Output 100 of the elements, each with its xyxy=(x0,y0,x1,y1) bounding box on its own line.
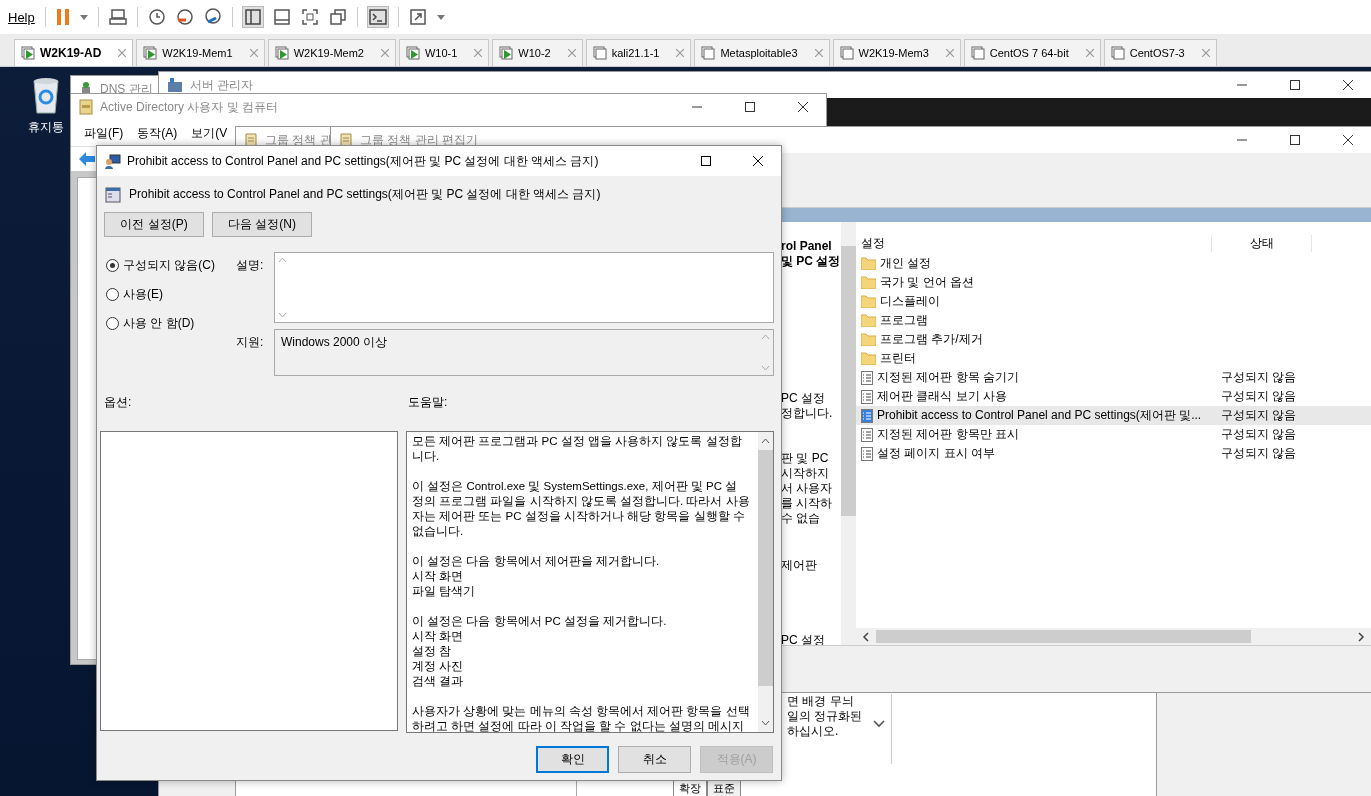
policy-icon xyxy=(861,370,873,385)
help-text: 설정 참 xyxy=(412,644,453,659)
dialog-button[interactable]: 취소 xyxy=(618,746,691,773)
vm-tab[interactable]: W2K19-Mem2 xyxy=(267,39,396,66)
menu-item[interactable]: 동작(A) xyxy=(137,124,178,142)
clock-icon[interactable] xyxy=(147,8,166,26)
help-text: 없습니다. xyxy=(412,524,465,539)
bottom-panel-icon[interactable] xyxy=(272,8,291,26)
pause-icon[interactable] xyxy=(55,8,70,26)
description-text: PC 설정 xyxy=(781,633,826,645)
help-text: 모든 제어판 프로그램과 PC 설정 앱을 사용하지 않도록 설정합 xyxy=(412,434,743,449)
recycle-bin-icon[interactable] xyxy=(31,75,61,115)
fullscreen-icon[interactable] xyxy=(300,8,319,26)
close-icon[interactable] xyxy=(1343,80,1353,90)
maximize-icon[interactable] xyxy=(745,102,755,112)
scroll-down-icon[interactable] xyxy=(761,720,770,726)
list-row[interactable]: 설정 페이지 표시 여부 구성되지 않음 xyxy=(856,444,1371,463)
scrollbar-thumb[interactable] xyxy=(876,630,1251,643)
scroll-up-icon[interactable] xyxy=(761,438,770,444)
column-header[interactable]: 상태 xyxy=(1212,234,1312,252)
menu-item[interactable]: 보기(V xyxy=(191,124,228,142)
help-text: 시작 화면 xyxy=(412,569,465,584)
description-text: 하십시오. xyxy=(787,724,840,739)
status-text: 구성되지 않음 xyxy=(1221,407,1297,424)
policy-icon xyxy=(861,408,873,423)
list-row[interactable]: 제어판 클래식 보기 사용 구성되지 않음 xyxy=(856,387,1371,406)
list-row[interactable]: 프린터 xyxy=(856,349,1371,368)
help-label: 도움말: xyxy=(408,394,448,411)
vm-tab[interactable]: W10-2 xyxy=(492,39,583,66)
list-row[interactable]: Prohibit access to Control Panel and PC settings(제어판 및... 구성되지 않음 xyxy=(856,406,1371,425)
policy-icon xyxy=(861,427,873,442)
dialog-button[interactable]: 확인 xyxy=(536,746,609,773)
stretch-icon[interactable] xyxy=(408,8,427,26)
vm-tab[interactable]: CentOS7-3 xyxy=(1103,39,1217,66)
column-header[interactable]: 설정 xyxy=(856,234,1212,252)
status-text: 구성되지 않음 xyxy=(1221,445,1297,462)
close-icon[interactable] xyxy=(753,156,763,166)
list-row[interactable]: 개인 설정 xyxy=(856,254,1371,273)
close-icon[interactable] xyxy=(798,102,808,112)
vm-tab[interactable]: CentOS 7 64-bit xyxy=(963,39,1101,66)
monitor-icon[interactable] xyxy=(108,8,127,26)
scroll-left-icon[interactable] xyxy=(862,631,870,642)
close-icon[interactable] xyxy=(1343,135,1353,145)
vm-tab[interactable]: W2K19-Mem3 xyxy=(832,39,961,66)
list-row[interactable]: 프로그램 xyxy=(856,311,1371,330)
description-text: 시작하지 xyxy=(781,466,830,481)
radio-option[interactable]: 사용 안 함(D) xyxy=(106,315,236,332)
revert-icon[interactable] xyxy=(175,8,194,26)
scroll-down-icon[interactable] xyxy=(873,720,885,728)
dialog-title: Prohibit access to Control Panel and PC settings(제어판 및 PC 설정에 대한 액세스 금지) xyxy=(127,152,599,170)
vm-tab[interactable]: W10-1 xyxy=(398,39,490,66)
recycle-bin-label: 휴지통 xyxy=(28,119,64,136)
status-text: 구성되지 않음 xyxy=(1221,388,1297,405)
help-text: 니다. xyxy=(412,449,441,464)
list-row[interactable]: 지정된 제어판 항목 숨기기 구성되지 않음 xyxy=(856,368,1371,387)
folder-icon xyxy=(861,276,876,289)
list-row[interactable]: 국가 및 언어 옵션 xyxy=(856,273,1371,292)
wrench-clock-icon[interactable] xyxy=(203,8,222,26)
policy-icon xyxy=(861,446,873,461)
radio-option[interactable]: 사용(E) xyxy=(106,286,236,303)
scrollbar[interactable] xyxy=(841,222,856,645)
console-icon[interactable] xyxy=(367,7,388,27)
caret-icon[interactable] xyxy=(436,14,445,20)
scroll-icon xyxy=(244,132,258,148)
field-label: 설명: xyxy=(236,257,265,274)
support-text: Windows 2000 이상 xyxy=(280,334,388,351)
list-row[interactable]: 지정된 제어판 항목만 표시 구성되지 않음 xyxy=(856,425,1371,444)
menu-item[interactable]: 파일(F) xyxy=(84,124,124,142)
policy-heading: Prohibit access to Control Panel and PC settings(제어판 및 PC 설정에 대한 액세스 금지) xyxy=(129,186,601,203)
field-label: 지원: xyxy=(236,334,265,351)
back-arrow-icon[interactable] xyxy=(79,152,95,166)
policy-heading-text: rol Panel xyxy=(781,239,833,254)
caret-icon[interactable] xyxy=(79,14,88,20)
help-menu[interactable]: Help xyxy=(8,9,35,25)
maximize-icon[interactable] xyxy=(1290,135,1300,145)
help-text: 시작 화면 xyxy=(412,629,465,644)
vm-tab[interactable]: W2K19-AD xyxy=(14,39,134,66)
nav-button[interactable]: 이전 설정(P) xyxy=(104,212,204,237)
description-text: 수 없습 xyxy=(781,511,822,526)
sidebar-icon[interactable] xyxy=(242,7,263,27)
folder-icon xyxy=(861,295,876,308)
window-title: 서버 관리자 xyxy=(190,76,254,94)
vm-tab[interactable]: kali21.1-1 xyxy=(585,39,692,66)
vm-tab[interactable]: W2K19-Mem1 xyxy=(136,39,265,66)
window-title: 그룹 정책 관리 편집기 xyxy=(360,131,478,149)
radio-option[interactable]: 구성되지 않음(C) xyxy=(106,257,236,274)
settings-window-icon xyxy=(105,186,121,203)
scrollbar-thumb[interactable] xyxy=(758,450,773,686)
list-row[interactable]: 디스플레이 xyxy=(856,292,1371,311)
windows-icon[interactable] xyxy=(328,8,347,26)
description-text: 면 배경 무늬 xyxy=(787,694,855,709)
maximize-icon[interactable] xyxy=(1290,80,1300,90)
scroll-right-icon[interactable] xyxy=(1357,631,1365,642)
vm-tab[interactable]: Metasploitable3 xyxy=(694,39,830,66)
maximize-icon[interactable] xyxy=(701,156,711,166)
help-text: 정의 프로그램 파일을 시작하지 않도록 설정합니다. 따라서 사용 xyxy=(412,494,751,509)
folder-icon xyxy=(79,99,93,115)
list-row[interactable]: 프로그램 추가/제거 xyxy=(856,330,1371,349)
status-text: 구성되지 않음 xyxy=(1221,426,1297,443)
nav-button[interactable]: 다음 설정(N) xyxy=(212,212,312,237)
